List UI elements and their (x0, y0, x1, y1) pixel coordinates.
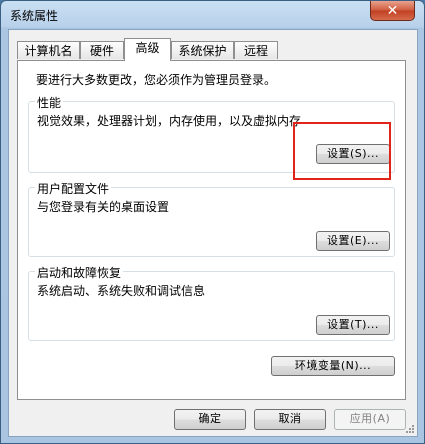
ok-button[interactable]: 确定 (174, 409, 246, 430)
tab-remote[interactable]: 远程 (234, 41, 278, 59)
system-properties-window: 系统属性 ✕ 计算机名 硬件 高级 系统保护 远程 要进行大多数更改，您必须作为… (0, 0, 425, 444)
resize-grip-icon[interactable] (405, 424, 415, 434)
startup-recovery-settings-button[interactable]: 设置(T)... (316, 315, 390, 335)
admin-note: 要进行大多数更改，您必须作为管理员登录。 (36, 73, 277, 87)
window-title: 系统属性 (10, 9, 59, 23)
tab-hardware[interactable]: 硬件 (80, 41, 124, 59)
tab-advanced[interactable]: 高级 (124, 38, 171, 61)
performance-title: 性能 (35, 94, 64, 111)
user-profiles-title: 用户配置文件 (35, 180, 112, 197)
tab-computer-name[interactable]: 计算机名 (17, 41, 80, 59)
close-button[interactable]: ✕ (370, 1, 415, 21)
startup-recovery-description: 系统启动、系统失败和调试信息 (37, 284, 206, 298)
apply-button[interactable]: 应用(A) (334, 409, 406, 430)
user-profiles-settings-button[interactable]: 设置(E)... (316, 231, 390, 251)
advanced-tab-panel: 要进行大多数更改，您必须作为管理员登录。 性能 视觉效果，处理器计划，内存使用，… (17, 60, 406, 400)
user-profiles-description: 与您登录有关的桌面设置 (37, 200, 170, 214)
environment-variables-button[interactable]: 环境变量(N)... (271, 356, 395, 376)
performance-description: 视觉效果，处理器计划，内存使用，以及虚拟内存 (37, 114, 302, 128)
user-profiles-group: 用户配置文件 与您登录有关的桌面设置 设置(E)... (28, 180, 395, 257)
cancel-button[interactable]: 取消 (254, 409, 326, 430)
startup-recovery-group: 启动和故障恢复 系统启动、系统失败和调试信息 设置(T)... (28, 264, 395, 341)
title-bar[interactable]: 系统属性 ✕ (1, 1, 424, 29)
startup-recovery-title: 启动和故障恢复 (35, 264, 124, 281)
close-icon: ✕ (386, 2, 399, 19)
highlight-box (293, 122, 391, 180)
dialog-client-area: 计算机名 硬件 高级 系统保护 远程 要进行大多数更改，您必须作为管理员登录。 … (8, 29, 418, 437)
tab-system-protection[interactable]: 系统保护 (171, 41, 234, 59)
